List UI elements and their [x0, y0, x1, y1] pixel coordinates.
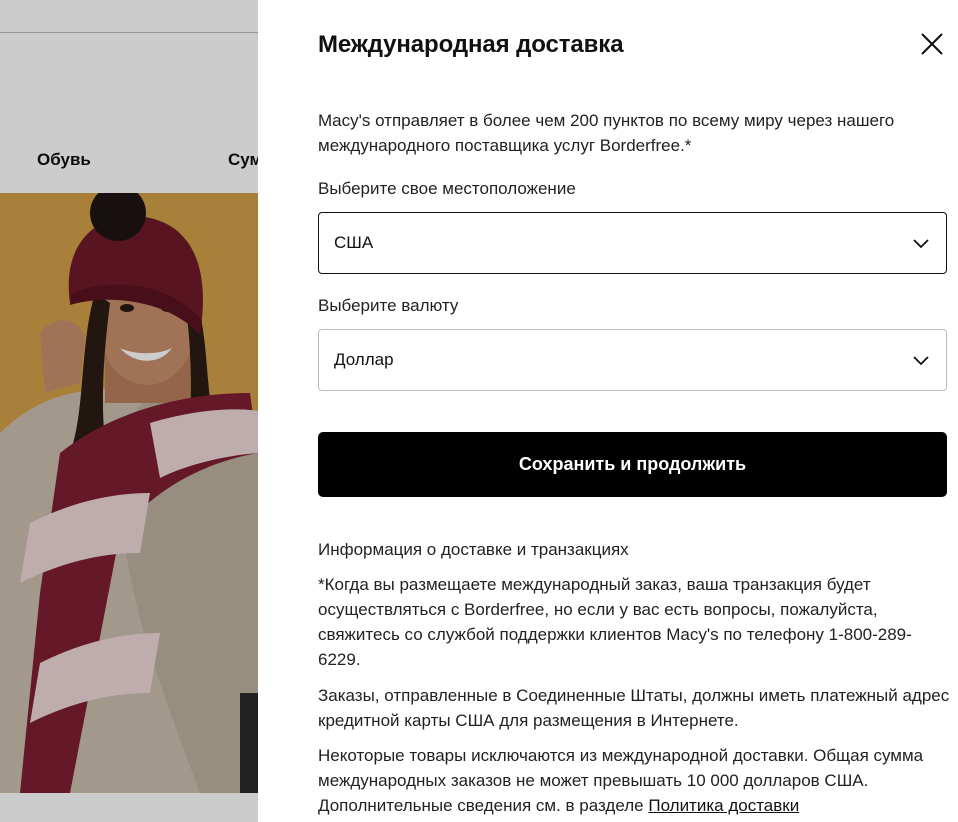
location-label: Выберите свое местоположение — [318, 179, 576, 198]
shipping-info-title: Информация о доставке и транзакциях — [318, 540, 629, 559]
international-shipping-drawer: Международная доставка Macy's отправляет… — [258, 0, 958, 822]
info-paragraph-borderfree: *Когда вы размещаете международный заказ… — [318, 575, 912, 669]
chevron-down-icon — [913, 239, 929, 249]
exclusions-text: Некоторые товары исключаются из междунар… — [318, 746, 924, 815]
close-button[interactable] — [918, 30, 946, 58]
info-paragraph-us-billing: Заказы, отправленные в Соединенные Штаты… — [318, 686, 950, 730]
drawer-title: Международная доставка — [318, 31, 624, 58]
currency-label: Выберите валюту — [318, 296, 459, 315]
chevron-down-icon — [913, 356, 929, 366]
modal-overlay[interactable] — [0, 0, 258, 822]
info-paragraph-exclusions: Некоторые товары исключаются из междунар… — [318, 743, 950, 818]
intro-text: Macy's отправляет в более чем 200 пункто… — [318, 111, 895, 155]
save-and-continue-button[interactable]: Сохранить и продолжить — [318, 432, 947, 497]
location-select[interactable]: США — [318, 212, 947, 274]
close-icon — [921, 33, 943, 55]
currency-value: Доллар — [334, 350, 394, 369]
currency-select[interactable]: Доллар — [318, 329, 947, 391]
location-value: США — [334, 233, 374, 252]
background-page: Обувь Сум — [0, 0, 258, 822]
shipping-policy-link[interactable]: Политика доставки — [648, 796, 799, 815]
